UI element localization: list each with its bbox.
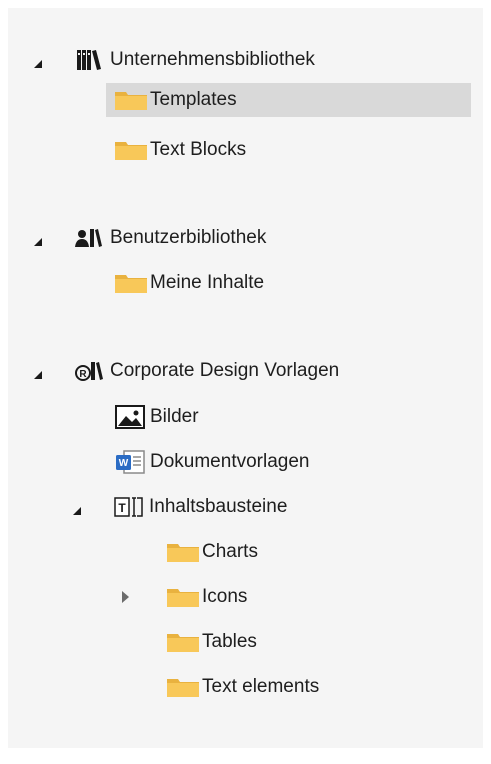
tree-node-label: Bilder (150, 406, 199, 427)
folder-icon (114, 271, 148, 295)
folder-icon (166, 585, 200, 609)
tree-node-label: Dokumentvorlagen (150, 451, 310, 472)
expand-triangle-icon[interactable] (34, 371, 42, 379)
tree-node-tables[interactable]: Tables (158, 625, 257, 659)
tree-node-bilder[interactable]: Bilder (106, 400, 199, 434)
tree-node-charts[interactable]: Charts (158, 535, 258, 569)
tree-node-label: Unternehmensbibliothek (110, 49, 315, 70)
tree-node-meine-inhalte[interactable]: Meine Inhalte (106, 266, 264, 300)
tree-node-label: Icons (202, 586, 248, 607)
tree-node-label: Text Blocks (150, 139, 247, 160)
registered-library-icon: R (74, 359, 108, 383)
tree-node-dokumentvorlagen[interactable]: W Dokumentvorlagen (106, 445, 309, 479)
user-library-icon (74, 226, 108, 250)
svg-text:W: W (119, 458, 129, 469)
folder-icon (166, 675, 200, 699)
library-books-icon (74, 48, 108, 72)
tree-node-label: Inhaltsbausteine (149, 496, 288, 517)
image-icon (114, 405, 148, 429)
tree-node-corporate-design-vorlagen[interactable]: R Corporate Design Vorlagen (34, 354, 339, 388)
tree-node-templates[interactable]: Templates (106, 83, 471, 117)
tree-node-label: Corporate Design Vorlagen (110, 360, 340, 381)
tree-node-benutzerbibliothek[interactable]: Benutzerbibliothek (34, 221, 266, 255)
expand-triangle-icon[interactable] (34, 60, 42, 68)
tree-node-label: Templates (150, 89, 237, 110)
tree-node-label: Meine Inhalte (150, 272, 265, 293)
text-block-icon: T (113, 495, 147, 519)
svg-text:T: T (118, 501, 126, 515)
tree-node-text-blocks[interactable]: Text Blocks (106, 133, 246, 167)
tree-node-label: Benutzerbibliothek (110, 227, 267, 248)
expand-triangle-icon[interactable] (73, 507, 81, 515)
tree-node-label: Text elements (202, 676, 320, 697)
svg-text:R: R (79, 369, 87, 380)
folder-icon (114, 88, 148, 112)
tree-node-icons[interactable]: Icons (120, 580, 247, 614)
tree-node-label: Charts (202, 541, 258, 562)
tree-node-inhaltsbausteine[interactable]: T Inhaltsbausteine (73, 490, 287, 524)
folder-icon (114, 138, 148, 162)
folder-icon (166, 630, 200, 654)
tree-node-text-elements[interactable]: Text elements (158, 670, 319, 704)
collapsed-triangle-icon[interactable] (122, 591, 129, 603)
tree-node-unternehmensbibliothek[interactable]: Unternehmensbibliothek (34, 43, 315, 77)
word-document-icon: W (114, 450, 148, 474)
library-tree-panel: Unternehmensbibliothek Templates Text Bl… (8, 8, 483, 748)
tree-node-label: Tables (202, 631, 257, 652)
expand-triangle-icon[interactable] (34, 238, 42, 246)
folder-icon (166, 540, 200, 564)
